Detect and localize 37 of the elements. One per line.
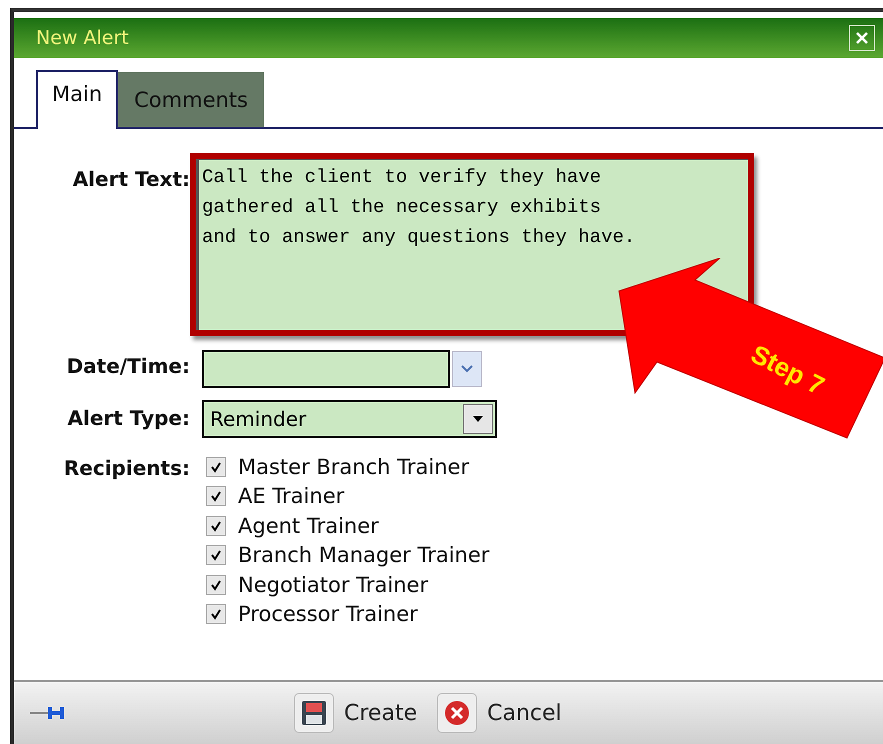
pin-icon[interactable]: [30, 705, 64, 721]
date-time-field[interactable]: [202, 350, 450, 388]
checkbox[interactable]: [206, 516, 226, 536]
field-label: Recipients:: [62, 455, 190, 480]
checkbox[interactable]: [206, 604, 226, 624]
tab[interactable]: Main: [36, 70, 118, 129]
window-title: New Alert: [36, 27, 129, 49]
check-icon: [210, 549, 222, 562]
close-button[interactable]: [849, 25, 875, 51]
checkbox-label: AE Trainer: [238, 484, 344, 508]
checkbox[interactable]: [206, 456, 226, 477]
step-label: Step 7: [746, 338, 830, 401]
checkbox[interactable]: [206, 486, 226, 506]
caret-icon: [473, 416, 483, 422]
checkbox-label: Agent Trainer: [238, 514, 379, 538]
field-label: Alert Text:: [72, 166, 190, 191]
check-icon: [210, 608, 222, 620]
check-icon: [210, 490, 222, 502]
dropdown-button[interactable]: [452, 351, 482, 387]
tab[interactable]: Comments: [118, 72, 264, 127]
field-label: Alert Type:: [66, 405, 190, 430]
cancel-icon: [437, 693, 478, 733]
checkbox[interactable]: [206, 545, 226, 566]
checkbox-label: Negotiator Trainer: [238, 572, 428, 597]
checkbox-label: Branch Manager Trainer: [238, 543, 490, 568]
check-icon: [210, 520, 222, 532]
chevron-down-icon: [461, 365, 473, 373]
alert-type-dropdown[interactable]: Reminder: [202, 400, 497, 438]
checkbox-label: Master Branch Trainer: [238, 454, 470, 479]
check-icon: [210, 460, 222, 473]
cancel-button[interactable]: Cancel: [437, 693, 562, 733]
checkbox[interactable]: [206, 574, 226, 595]
alert-text-field[interactable]: Call the client to verify they have gathered all the necessary exhibits and to answer any questions they have.: [196, 159, 748, 330]
checkbox-label: Processor Trainer: [238, 602, 418, 626]
check-icon: [210, 578, 222, 591]
create-button[interactable]: Create: [294, 693, 418, 733]
field-label: Date/Time:: [66, 353, 190, 378]
